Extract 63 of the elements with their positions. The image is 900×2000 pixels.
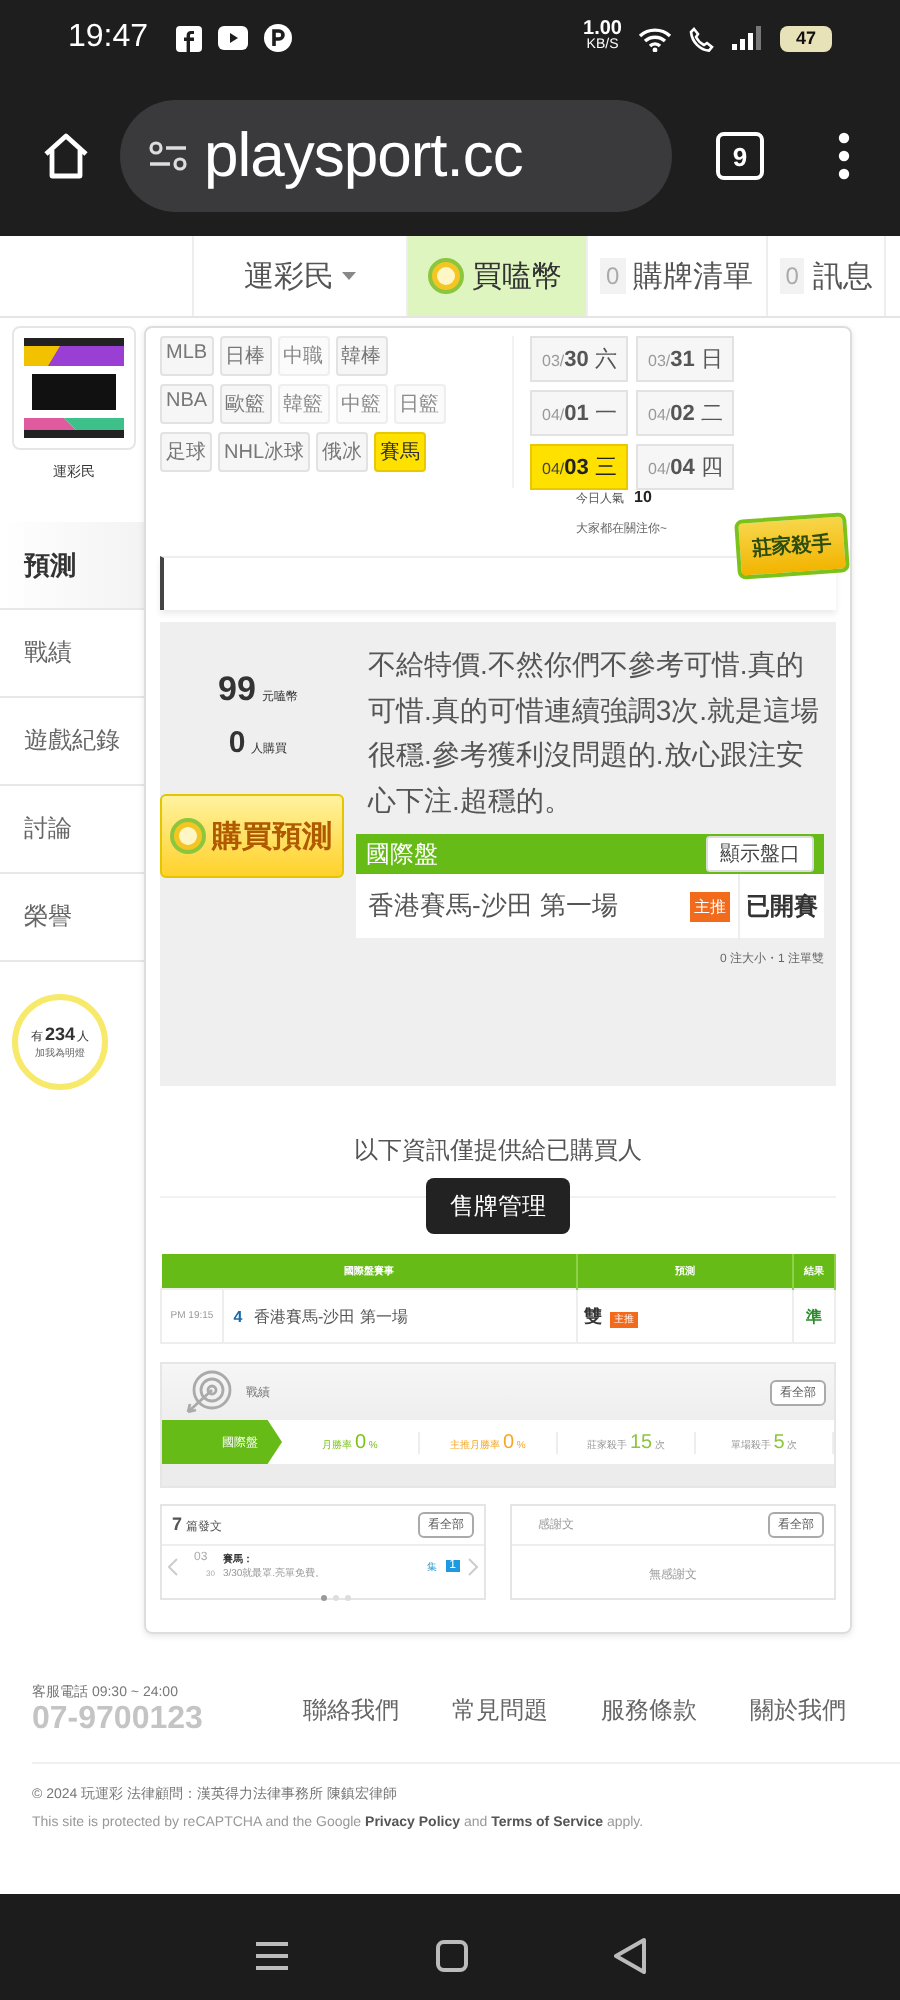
description-text: 不給特價.不然你們不參考可惜.真的可惜.真的可惜連續強調3次.就是這場很穩.參考獲利沒問題的.放心跟注安心下注.超穩的。	[365, 646, 822, 819]
date-tab[interactable]: 04/04 四	[636, 444, 735, 490]
battery-indicator: 47	[780, 25, 832, 51]
date-tab[interactable]: 04/03 三	[530, 444, 629, 490]
wifi-icon	[638, 25, 672, 51]
chevron-right-icon	[468, 1557, 478, 1575]
table-cell: 4	[223, 1289, 252, 1343]
date-tab[interactable]: 03/30 六	[530, 336, 629, 382]
count-badge: 0	[779, 258, 805, 294]
sport-filter-tag[interactable]: MLB	[160, 336, 214, 376]
coin-icon	[170, 818, 206, 854]
signal-icon	[732, 26, 764, 50]
address-bar[interactable]: playsport.cc	[120, 100, 672, 212]
sport-filter-tag[interactable]: 賽馬	[374, 432, 427, 472]
buy-prediction-button[interactable]: 購買預測	[160, 794, 344, 878]
home-icon[interactable]	[40, 130, 92, 182]
avatar-picture	[12, 326, 136, 450]
sport-filter-tag[interactable]: 韓棒	[335, 336, 388, 376]
footer-link[interactable]: 聯絡我們	[276, 1693, 425, 1727]
target-icon	[182, 1368, 234, 1416]
show-odds-button[interactable]: 顯示盤口	[706, 836, 814, 872]
phone-number: 07-9700123	[32, 1702, 205, 1738]
market-title: 國際盤	[366, 837, 438, 871]
date-tab[interactable]: 03/31 日	[636, 336, 735, 382]
count-badge: 0	[600, 258, 626, 294]
p-circle-icon	[264, 24, 293, 52]
sport-filter-tag[interactable]: 俄冰	[316, 432, 369, 472]
footer-link[interactable]: 服務條款	[574, 1693, 723, 1727]
nav-link[interactable]: 0 訊息	[767, 236, 887, 316]
chevron-left-icon	[168, 1557, 178, 1575]
back-icon[interactable]	[614, 1938, 647, 1974]
date-tab[interactable]: 04/02 二	[636, 390, 735, 436]
footer-link[interactable]: 常見問題	[425, 1693, 574, 1727]
nav-link[interactable]: 0 購牌清單	[588, 236, 768, 316]
buyer-notice: 以下資訊僅提供給已購買人	[352, 1134, 644, 1168]
sport-filter-tag[interactable]: 歐籃	[219, 384, 272, 424]
sport-filter-tag[interactable]: NBA	[160, 384, 214, 424]
recent-apps-icon[interactable]	[253, 1940, 290, 1972]
game-status: 已開賽	[738, 873, 824, 939]
video-play-icon	[218, 26, 249, 50]
caret-down-icon	[342, 272, 356, 280]
site-settings-icon	[148, 140, 188, 172]
manage-sales-button[interactable]: 售牌管理	[426, 1178, 570, 1234]
date-tab[interactable]: 04/01 一	[530, 390, 629, 436]
footer-link[interactable]: 關於我們	[723, 1693, 872, 1727]
nav-link[interactable]: 買嗑幣	[408, 236, 588, 316]
game-name: 香港賽馬-沙田 第一場	[368, 888, 620, 924]
side-menu-item[interactable]: 預測	[0, 522, 144, 610]
sport-filter-tag[interactable]: NHL冰球	[218, 432, 311, 472]
main-pick-tag: 主推	[690, 891, 730, 921]
coin-icon	[428, 258, 464, 294]
phone-call-icon	[688, 25, 716, 51]
table-cell: 香港賽馬-沙田 第一場	[252, 1289, 577, 1343]
facebook-icon	[176, 25, 203, 51]
pick-text: 雙	[584, 1305, 602, 1325]
more-menu-icon[interactable]	[836, 130, 852, 182]
home-button-icon[interactable]	[435, 1940, 468, 1972]
table-cell: 準	[793, 1289, 835, 1343]
clock-time: 19:47	[68, 20, 149, 56]
tab-switcher-button[interactable]: 9	[716, 132, 764, 180]
killer-badge: 莊家殺手	[734, 512, 850, 580]
sport-filter-tag[interactable]: 足球	[160, 432, 212, 472]
sport-filter-tag[interactable]: 日棒	[219, 336, 272, 376]
